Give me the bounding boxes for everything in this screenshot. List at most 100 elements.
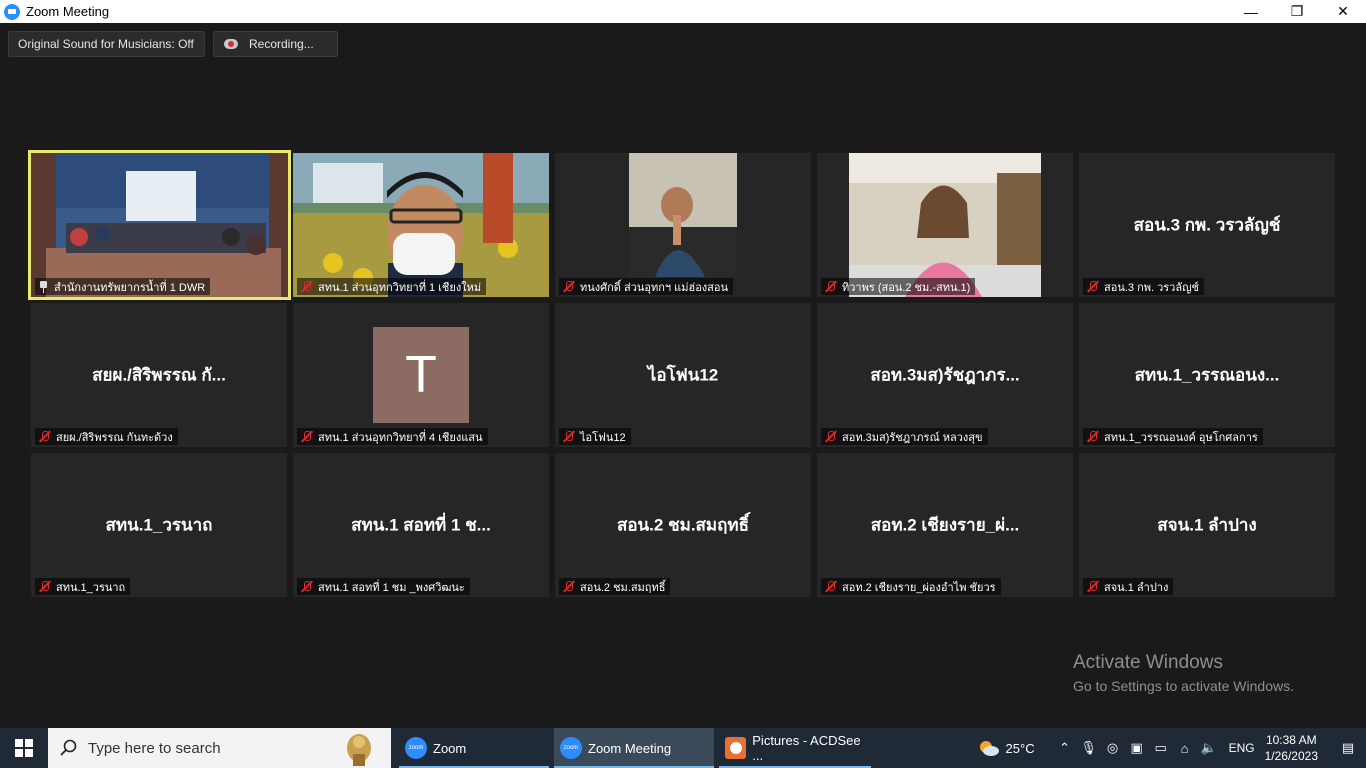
notification-icon[interactable]: ▤ [1330, 728, 1366, 768]
video-feed [817, 153, 1073, 297]
muted-mic-icon [38, 430, 51, 443]
muted-mic-icon [300, 430, 313, 443]
participant-tile[interactable]: สทน.1 สอทที่ 1 ช... สทน.1 สอทที่ 1 ชม _พ… [293, 453, 549, 597]
microphone-icon[interactable]: 🎙 [1077, 728, 1101, 768]
participant-tile[interactable]: T สทน.1 ส่วนอุทกวิทยาที่ 4 เชียงแสน [293, 303, 549, 447]
windows-logo-icon [15, 739, 33, 757]
restore-button[interactable]: ❐ [1274, 0, 1320, 23]
webcam-icon[interactable]: ◎ [1101, 728, 1125, 768]
original-sound-label: Original Sound for Musicians: Off [18, 37, 194, 51]
participant-name-label: ทิวาพร (สอน.2 ชม.-สทน.1) [821, 278, 976, 295]
original-sound-button[interactable]: Original Sound for Musicians: Off [8, 31, 205, 57]
search-icon [60, 739, 77, 756]
volume-icon[interactable]: 🔈 [1197, 728, 1221, 768]
participant-name-label: สทน.1 สอทที่ 1 ชม _พงศวิฒนะ [297, 578, 470, 595]
participant-tile[interactable]: สำนักงานทรัพยากรน้ำที่ 1 DWR [28, 150, 291, 300]
weather-icon[interactable] [976, 736, 1000, 760]
participant-name-label: ทนงศักดิ์ ส่วนอุทกฯ แม่ฮ่องสอน [559, 278, 734, 295]
start-button[interactable] [0, 728, 48, 768]
recording-cloud-icon [223, 38, 239, 50]
muted-mic-icon [1086, 580, 1099, 593]
participant-name: ไอโฟน12 [580, 431, 626, 444]
taskbar-zoom-meeting[interactable]: zoom Zoom Meeting [554, 728, 714, 768]
participant-tile[interactable]: ทิวาพร (สอน.2 ชม.-สทน.1) [817, 153, 1073, 297]
network-icon[interactable]: ⌂ [1173, 728, 1197, 768]
recording-button[interactable]: Recording... [213, 31, 338, 57]
minimize-button[interactable]: — [1228, 0, 1274, 23]
muted-mic-icon [824, 430, 837, 443]
window-controls: — ❐ ✕ [1228, 0, 1366, 23]
clock-date: 1/26/2023 [1264, 749, 1318, 763]
participant-name: สอท.3มส)รัชฎาภรณ์ หลวงสุข [842, 431, 983, 444]
participant-name-label: สอน.3 กพ. วรวลัญช์ [1083, 278, 1204, 295]
participant-tile[interactable]: สยผ./สิริพรรณ กั... สยผ./สิริพรรณ กันทะด… [31, 303, 287, 447]
participant-name: สทน.1_วรรณอนงค์ อุษโกศลการ [1104, 431, 1258, 444]
participant-tile[interactable]: สอท.2 เชียงราย_ผ่... สอท.2 เชียงราย_ผ่อง… [817, 453, 1073, 597]
participant-name-label: สทน.1 ส่วนอุทกวิทยาที่ 4 เชียงแสน [297, 428, 488, 445]
taskbar-acdsee[interactable]: Pictures - ACDSee ... [719, 728, 871, 768]
participant-name-label: สอท.2 เชียงราย_ผ่องอำไพ ชัยวร [821, 578, 1001, 595]
muted-mic-icon [824, 280, 837, 293]
participant-name: สอน.3 กพ. วรวลัญช์ [1104, 281, 1199, 294]
participant-tile[interactable]: สจน.1 ลำปาง สจน.1 ลำปาง [1079, 453, 1335, 597]
participant-tile[interactable]: สทน.1 ส่วนอุทกวิทยาที่ 1 เชียงใหม่ [293, 153, 549, 297]
video-feed [293, 153, 549, 297]
participant-display-name: สอท.3มส)รัชฎาภร... [870, 365, 1020, 385]
participant-display-name: สอน.3 กพ. วรวลัญช์ [1133, 215, 1281, 235]
participant-display-name: สทน.1_วรรณอนง... [1134, 365, 1280, 385]
participant-name: สจน.1 ลำปาง [1104, 581, 1169, 594]
window-title: Zoom Meeting [26, 4, 110, 19]
muted-mic-icon [300, 280, 313, 293]
participant-name-label: ไอโฟน12 [559, 428, 631, 445]
muted-mic-icon [562, 430, 575, 443]
participant-avatar: T [373, 327, 469, 423]
battery-icon[interactable]: ▭ [1149, 728, 1173, 768]
language-indicator[interactable]: ENG [1229, 741, 1255, 755]
participant-name: สทน.1_วรนาถ [56, 581, 126, 594]
zoom-tray-icon[interactable]: ▣ [1125, 728, 1149, 768]
close-button[interactable]: ✕ [1320, 0, 1366, 23]
participant-name-label: สอน.2 ชม.สมฤทธิ์ [559, 578, 671, 595]
participant-name: สอน.2 ชม.สมฤทธิ์ [580, 581, 666, 594]
taskbar-item-label: Zoom Meeting [588, 740, 672, 756]
participant-display-name: ไอโฟน12 [647, 365, 719, 385]
muted-mic-icon [824, 580, 837, 593]
participant-tile[interactable]: ทนงศักดิ์ ส่วนอุทกฯ แม่ฮ่องสอน [555, 153, 811, 297]
system-tray: 25°C ⌃ 🎙 ◎ ▣ ▭ ⌂ 🔈 ENG 10:38 AM 1/26/202… [976, 728, 1366, 768]
participant-tile[interactable]: สอท.3มส)รัชฎาภร... สอท.3มส)รัชฎาภรณ์ หลว… [817, 303, 1073, 447]
search-placeholder: Type here to search [88, 739, 221, 757]
participant-name-label: สทน.1 ส่วนอุทกวิทยาที่ 1 เชียงใหม่ [297, 278, 487, 295]
zoom-app-icon: zoom [405, 737, 427, 759]
taskbar-item-label: Pictures - ACDSee ... [752, 733, 861, 763]
muted-mic-icon [562, 280, 575, 293]
weather-temperature[interactable]: 25°C [1006, 741, 1035, 756]
participant-tile[interactable]: สอน.2 ชม.สมฤทธิ์ สอน.2 ชม.สมฤทธิ์ [555, 453, 811, 597]
participant-name-label: สทน.1_วรนาถ [35, 578, 131, 595]
participant-name: สทน.1 สอทที่ 1 ชม _พงศวิฒนะ [318, 581, 465, 594]
zoom-logo-icon [4, 3, 20, 20]
participant-name: สทน.1 ส่วนอุทกวิทยาที่ 4 เชียงแสน [318, 431, 483, 444]
recording-label: Recording... [249, 37, 314, 51]
participant-tile[interactable]: ไอโฟน12 ไอโฟน12 [555, 303, 811, 447]
zoom-app-icon: zoom [560, 737, 582, 759]
participant-name: สทน.1 ส่วนอุทกวิทยาที่ 1 เชียงใหม่ [318, 281, 482, 294]
taskbar-search-box[interactable]: Type here to search [48, 728, 391, 768]
participant-tile[interactable]: สทน.1_วรรณอนง... สทน.1_วรรณอนงค์ อุษโกศล… [1079, 303, 1335, 447]
participant-display-name: สยผ./สิริพรรณ กั... [92, 365, 226, 385]
activate-windows-watermark: Activate Windows Go to Settings to activ… [1073, 652, 1294, 694]
participant-tile[interactable]: สอน.3 กพ. วรวลัญช์ สอน.3 กพ. วรวลัญช์ [1079, 153, 1335, 297]
participant-tile[interactable]: สทน.1_วรนาถ สทน.1_วรนาถ [31, 453, 287, 597]
participant-display-name: สทน.1 สอทที่ 1 ช... [351, 515, 491, 535]
taskbar-item-label: Zoom [433, 740, 467, 756]
activate-windows-title: Activate Windows [1073, 652, 1223, 673]
participant-name-label: สทน.1_วรรณอนงค์ อุษโกศลการ [1083, 428, 1263, 445]
participant-name: ทนงศักดิ์ ส่วนอุทกฯ แม่ฮ่องสอน [580, 281, 729, 294]
chevron-up-icon[interactable]: ⌃ [1053, 728, 1077, 768]
participant-display-name: สอน.2 ชม.สมฤทธิ์ [616, 515, 750, 535]
taskbar-zoom[interactable]: zoom Zoom [399, 728, 549, 768]
video-feed [555, 153, 811, 297]
clock[interactable]: 10:38 AM 1/26/2023 [1265, 732, 1318, 764]
clock-time: 10:38 AM [1265, 733, 1317, 747]
participant-name-label: สอท.3มส)รัชฎาภรณ์ หลวงสุข [821, 428, 988, 445]
participant-display-name: สทน.1_วรนาถ [105, 515, 213, 535]
